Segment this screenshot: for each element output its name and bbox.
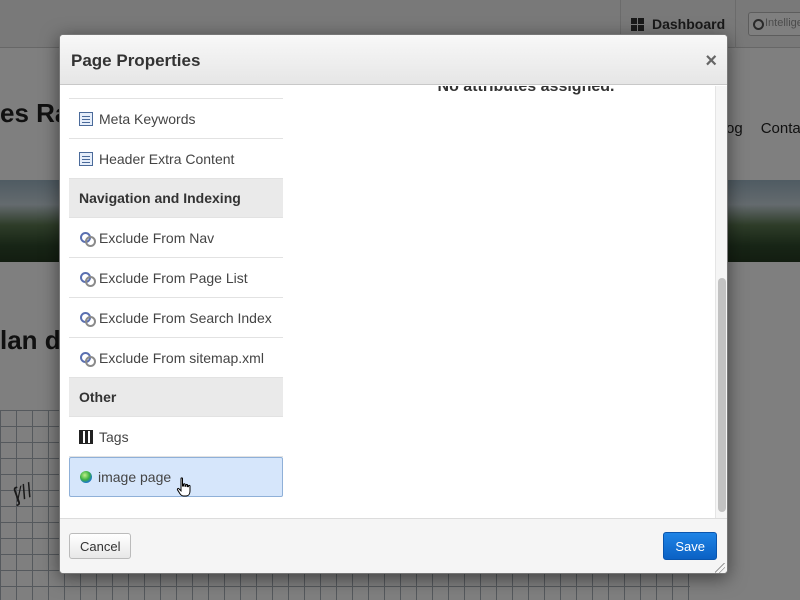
textarea-icon bbox=[79, 111, 93, 126]
attribute-content-panel: No attributes assigned. bbox=[293, 86, 713, 518]
dialog-header: Page Properties × bbox=[60, 35, 727, 85]
cancel-button[interactable]: Cancel bbox=[69, 533, 132, 559]
close-icon[interactable]: × bbox=[705, 51, 717, 71]
dialog-body: Meta Keywords Header Extra Content Navig… bbox=[60, 86, 727, 518]
resize-handle[interactable] bbox=[715, 563, 725, 573]
attribute-item-exclude-from-sitemap[interactable]: Exclude From sitemap.xml bbox=[69, 338, 283, 378]
boolean-icon bbox=[79, 231, 96, 247]
boolean-icon bbox=[79, 311, 96, 327]
attribute-label: Tags bbox=[99, 428, 129, 445]
scrollbar-thumb[interactable] bbox=[718, 278, 726, 512]
hand-cursor-icon bbox=[176, 477, 191, 497]
attribute-label: Exclude From Nav bbox=[99, 229, 215, 246]
textarea-icon bbox=[79, 151, 93, 166]
list-item-partial[interactable] bbox=[69, 86, 283, 99]
boolean-icon bbox=[79, 351, 96, 367]
attribute-label: Exclude From Search Index bbox=[99, 309, 272, 326]
attribute-item-exclude-from-search-index[interactable]: Exclude From Search Index bbox=[69, 298, 283, 338]
attribute-label: image page bbox=[98, 469, 172, 485]
tags-icon bbox=[79, 429, 93, 444]
page-properties-dialog: Page Properties × Meta Keywords Header E… bbox=[59, 34, 728, 574]
boolean-icon bbox=[79, 271, 96, 287]
category-navigation-and-indexing: Navigation and Indexing bbox=[69, 179, 283, 218]
image-icon bbox=[80, 471, 92, 483]
attribute-item-meta-keywords[interactable]: Meta Keywords bbox=[69, 99, 283, 139]
dialog-title: Page Properties bbox=[71, 51, 201, 70]
category-other: Other bbox=[69, 378, 283, 417]
attribute-label: Header Extra Content bbox=[99, 150, 235, 167]
attribute-label: Exclude From Page List bbox=[99, 269, 248, 286]
attribute-item-exclude-from-page-list[interactable]: Exclude From Page List bbox=[69, 258, 283, 298]
attribute-label: Exclude From sitemap.xml bbox=[99, 349, 264, 366]
attribute-item-exclude-from-nav[interactable]: Exclude From Nav bbox=[69, 218, 283, 258]
attribute-list[interactable]: Meta Keywords Header Extra Content Navig… bbox=[69, 86, 283, 518]
no-attributes-message: No attributes assigned. bbox=[437, 86, 615, 95]
save-button[interactable]: Save bbox=[663, 532, 717, 560]
attribute-item-tags[interactable]: Tags bbox=[69, 417, 283, 457]
attribute-item-header-extra-content[interactable]: Header Extra Content bbox=[69, 139, 283, 179]
content-scrollbar[interactable] bbox=[715, 86, 727, 518]
attribute-label: Meta Keywords bbox=[99, 110, 196, 127]
dialog-footer: Cancel Save bbox=[60, 518, 727, 573]
